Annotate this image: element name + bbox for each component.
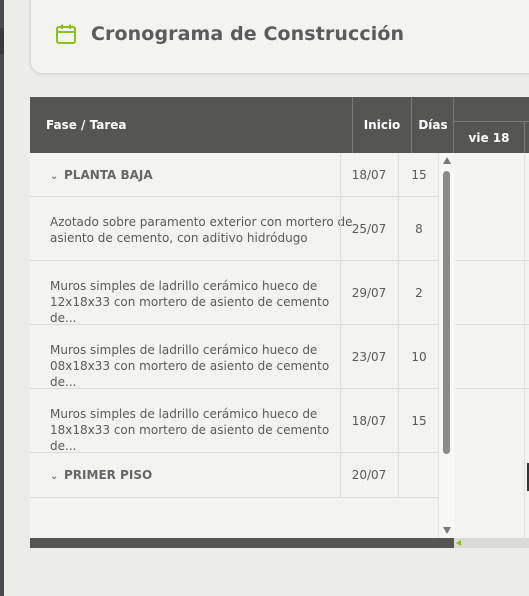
column-header-days[interactable]: Días	[412, 97, 454, 153]
scroll-up-arrow-icon[interactable]	[443, 157, 451, 164]
date-divider	[524, 122, 525, 154]
column-header-task[interactable]: Fase / Tarea	[46, 97, 346, 153]
column-divider	[398, 153, 399, 498]
chevron-down-icon[interactable]: ⌄	[50, 469, 64, 485]
start-date: 18/07	[351, 414, 387, 428]
horizontal-scrollbar[interactable]	[30, 538, 454, 548]
left-edge-notch	[0, 28, 4, 54]
group-name: PLANTA BAJA	[64, 168, 153, 182]
group-name: PRIMER PISO	[64, 468, 153, 482]
timeline-row-gridline	[454, 324, 529, 325]
task-name-line2: asiento de cemento, con aditivo hidródug…	[50, 231, 308, 245]
timeline-date: vie 18	[468, 131, 510, 145]
column-divider	[340, 153, 341, 498]
page-title: Cronograma de Construcción	[91, 23, 405, 45]
task-name-line1: Azotado sobre paramento exterior con mor…	[50, 215, 353, 229]
duration-days: 15	[411, 414, 427, 428]
calendar-icon	[56, 24, 76, 44]
group-label: ⌄ PLANTA BAJA	[50, 167, 354, 185]
task-row[interactable]: Azotado sobre paramento exterior con mor…	[30, 197, 454, 261]
group-label: ⌄ PRIMER PISO	[50, 467, 354, 485]
timeline-horizontal-scrollbar[interactable]	[454, 538, 529, 548]
timeline-date-row: vie 18	[454, 121, 529, 154]
start-date: 29/07	[351, 286, 387, 300]
column-header-start[interactable]: Inicio	[353, 97, 411, 153]
task-name: Azotado sobre paramento exterior con mor…	[50, 214, 354, 246]
start-date: 23/07	[351, 350, 387, 364]
task-name-line2: 18x18x33 con mortero de asiento de cemen…	[50, 423, 330, 453]
task-row[interactable]: Muros simples de ladrillo cerámico hueco…	[30, 325, 454, 389]
gantt-grid: Fase / Tarea Inicio Días vie 18 ⌄ PLANTA …	[30, 97, 529, 548]
task-name: Muros simples de ladrillo cerámico hueco…	[50, 406, 354, 454]
duration-days: 10	[411, 350, 427, 364]
header-card: Cronograma de Construcción	[30, 0, 529, 74]
task-name-line2: 12x18x33 con mortero de asiento de cemen…	[50, 295, 330, 325]
start-date: 20/07	[351, 468, 387, 482]
task-name-line1: Muros simples de ladrillo cerámico hueco…	[50, 343, 318, 357]
duration-days: 15	[411, 168, 427, 182]
group-row-primer-piso[interactable]: ⌄ PRIMER PISO 20/07	[30, 453, 454, 498]
scroll-down-arrow-icon[interactable]	[443, 527, 451, 534]
group-row-planta-baja[interactable]: ⌄ PLANTA BAJA 18/07 15	[30, 153, 454, 197]
scroll-thumb[interactable]	[443, 171, 450, 454]
duration-days: 2	[415, 286, 423, 300]
task-name: Muros simples de ladrillo cerámico hueco…	[50, 278, 354, 326]
timeline-row-gridline	[454, 260, 529, 261]
timeline-date-gridline	[524, 153, 525, 538]
task-name-line2: 08x18x33 con mortero de asiento de cemen…	[50, 359, 330, 389]
grid-header: Fase / Tarea Inicio Días vie 18	[30, 97, 529, 154]
timeline-row-gridline	[454, 388, 529, 389]
start-date: 25/07	[351, 222, 387, 236]
scroll-left-arrow-icon[interactable]	[456, 540, 461, 546]
task-name: Muros simples de ladrillo cerámico hueco…	[50, 342, 354, 390]
vertical-scrollbar[interactable]	[438, 153, 455, 538]
start-date: 18/07	[351, 168, 387, 182]
duration-days: 8	[415, 222, 423, 236]
task-row[interactable]: Muros simples de ladrillo cerámico hueco…	[30, 389, 454, 453]
task-name-line1: Muros simples de ladrillo cerámico hueco…	[50, 279, 318, 293]
timeline-area	[454, 153, 529, 538]
left-edge-strip	[0, 0, 4, 596]
task-name-line1: Muros simples de ladrillo cerámico hueco…	[50, 407, 318, 421]
task-row[interactable]: Muros simples de ladrillo cerámico hueco…	[30, 261, 454, 325]
chevron-down-icon[interactable]: ⌄	[50, 169, 64, 185]
